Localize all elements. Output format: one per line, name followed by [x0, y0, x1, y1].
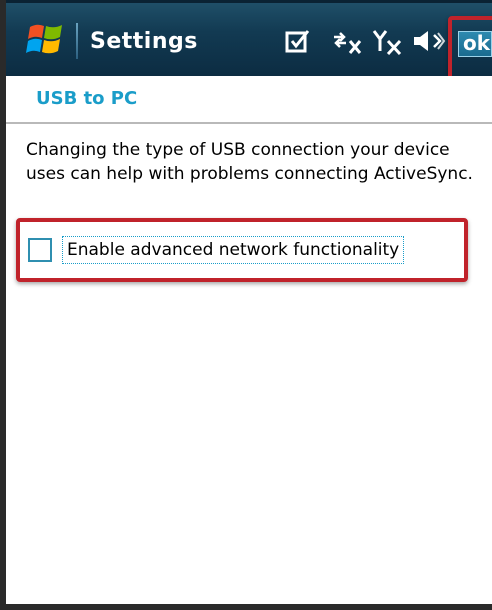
page-title: USB to PC [36, 88, 138, 109]
description-text: Changing the type of USB connection your… [26, 140, 473, 184]
title-bar: Settings ok [0, 0, 492, 76]
advanced-network-checkbox[interactable] [28, 238, 52, 262]
title-divider [76, 23, 78, 59]
device-screen: Settings ok USB to PC Changing the type … [0, 0, 492, 610]
app-title: Settings [90, 29, 198, 54]
notification-checkbox-icon[interactable] [284, 27, 312, 55]
advanced-network-checkbox-row[interactable]: Enable advanced network functionality [26, 236, 446, 268]
device-bottom-edge [0, 604, 492, 610]
connectivity-off-icon[interactable] [330, 27, 364, 55]
volume-icon[interactable] [412, 27, 446, 55]
checkbox-focus-outline: Enable advanced network functionality [62, 236, 405, 264]
windows-start-icon[interactable] [24, 17, 68, 61]
checkbox-label: Enable advanced network functionality [67, 240, 400, 260]
signal-off-icon[interactable] [372, 27, 404, 55]
ok-button[interactable]: ok [458, 31, 492, 57]
page-header: USB to PC [6, 76, 492, 124]
